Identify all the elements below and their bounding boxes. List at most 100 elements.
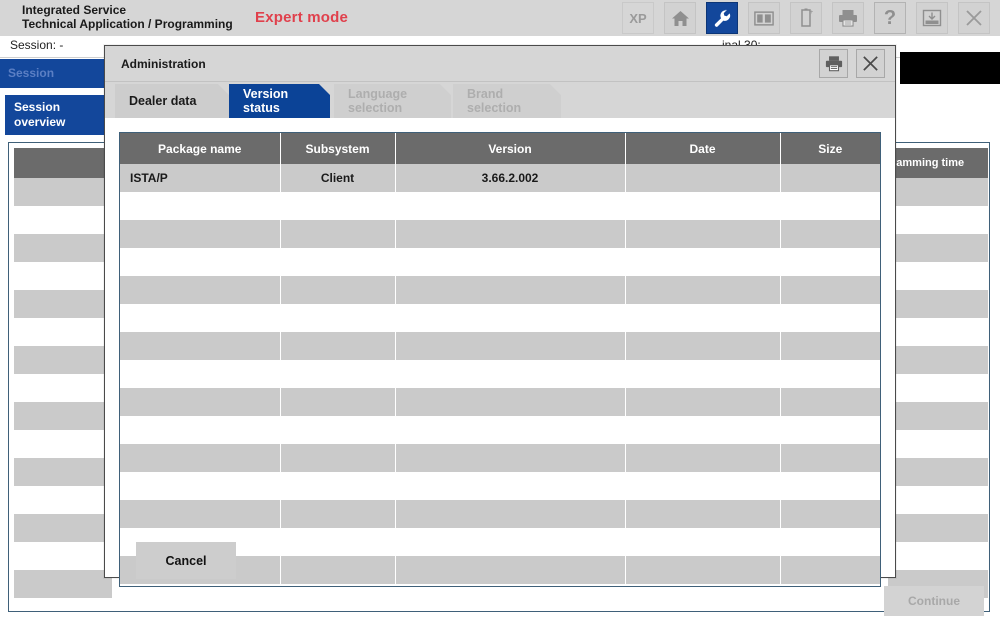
cell-subsystem xyxy=(280,332,395,360)
xp-icon-label: XP xyxy=(629,11,646,26)
tab-dealer-data[interactable]: Dealer data xyxy=(115,84,229,118)
app-header: Integrated Service Technical Application… xyxy=(0,0,1000,36)
cell-date xyxy=(625,276,780,304)
printer-icon[interactable] xyxy=(832,2,864,34)
table-row-spacer xyxy=(120,248,880,276)
column-header-version: Version xyxy=(395,133,625,164)
cell-package-name xyxy=(120,332,280,360)
background-table-right-header: ramming time xyxy=(888,148,988,178)
cancel-button[interactable]: Cancel xyxy=(136,542,236,579)
cell-package-name: ISTA/P xyxy=(120,164,280,192)
battery-icon-glyph: + xyxy=(799,8,813,28)
cell-size xyxy=(780,556,880,584)
tab-version-status[interactable]: Version status xyxy=(229,84,330,118)
background-table-row xyxy=(14,346,112,374)
continue-button[interactable]: Continue xyxy=(884,586,984,616)
cell-size xyxy=(780,332,880,360)
close-icon[interactable] xyxy=(958,2,990,34)
tab-dealer-data-label: Dealer data xyxy=(129,94,196,108)
table-row-spacer xyxy=(120,360,880,388)
table-row[interactable] xyxy=(120,444,880,472)
background-table-left-header xyxy=(14,148,112,178)
table-row[interactable] xyxy=(120,500,880,528)
dialog-close-icon-glyph xyxy=(861,54,880,73)
home-icon[interactable] xyxy=(664,2,696,34)
cell-package-name xyxy=(120,220,280,248)
expert-mode-label: Expert mode xyxy=(255,9,348,26)
background-nav-item-session-overview[interactable]: Session overview xyxy=(5,95,110,135)
tab-language-selection: Language selection xyxy=(334,84,451,118)
cell-version: 3.66.2.002 xyxy=(395,164,625,192)
background-table-row xyxy=(888,374,988,402)
cell-date xyxy=(625,444,780,472)
cell-version xyxy=(395,444,625,472)
cell-subsystem: Client xyxy=(280,164,395,192)
version-table-body: ISTA/P Client 3.66.2.002 xyxy=(120,164,880,584)
background-table-right: ramming time xyxy=(888,148,988,598)
background-table-row xyxy=(888,262,988,290)
column-header-package-name: Package name xyxy=(120,133,280,164)
dialog-tabs: Dealer data Version status Language sele… xyxy=(105,82,895,118)
application-window: Session: - inal 30: - Session Session ov… xyxy=(0,0,1000,625)
background-table-row xyxy=(14,458,112,486)
background-table-row xyxy=(888,206,988,234)
wrench-icon-glyph xyxy=(713,9,732,28)
background-table-row xyxy=(14,374,112,402)
xp-icon[interactable]: XP xyxy=(622,2,654,34)
tab-brand-selection-label: Brand selection xyxy=(467,87,547,115)
app-title-line2: Technical Application / Programming xyxy=(22,17,233,31)
table-row[interactable] xyxy=(120,388,880,416)
wrench-icon[interactable] xyxy=(706,2,738,34)
cell-subsystem xyxy=(280,388,395,416)
cell-size xyxy=(780,220,880,248)
version-table: Package name Subsystem Version Date Size… xyxy=(120,133,880,584)
cell-date xyxy=(625,164,780,192)
background-table-row xyxy=(888,234,988,262)
dialog-actions xyxy=(819,49,885,78)
tab-brand-selection: Brand selection xyxy=(453,84,561,118)
cell-version xyxy=(395,388,625,416)
cell-version xyxy=(395,276,625,304)
cell-package-name xyxy=(120,444,280,472)
background-table-row xyxy=(14,318,112,346)
cell-date xyxy=(625,220,780,248)
table-row[interactable] xyxy=(120,220,880,248)
table-row-spacer xyxy=(120,416,880,444)
background-table-row xyxy=(888,542,988,570)
battery-icon[interactable]: + xyxy=(790,2,822,34)
id-card-icon[interactable] xyxy=(748,2,780,34)
column-header-size: Size xyxy=(780,133,880,164)
dialog-title: Administration xyxy=(121,57,206,71)
print-icon-glyph xyxy=(825,55,843,72)
cell-date xyxy=(625,556,780,584)
background-table-row xyxy=(888,290,988,318)
app-title-line1: Integrated Service xyxy=(22,3,233,17)
background-table-row xyxy=(14,542,112,570)
print-icon[interactable] xyxy=(819,49,848,78)
table-row[interactable]: ISTA/P Client 3.66.2.002 xyxy=(120,164,880,192)
background-table-row xyxy=(888,458,988,486)
help-icon[interactable]: ? xyxy=(874,2,906,34)
table-row[interactable] xyxy=(120,276,880,304)
background-table-row xyxy=(14,486,112,514)
background-table-row xyxy=(888,318,988,346)
cell-version xyxy=(395,500,625,528)
export-icon[interactable] xyxy=(916,2,948,34)
background-nav-item-label: Session overview xyxy=(14,100,65,129)
background-table-row xyxy=(888,514,988,542)
table-row-spacer xyxy=(120,472,880,500)
version-table-head: Package name Subsystem Version Date Size xyxy=(120,133,880,164)
cell-package-name xyxy=(120,500,280,528)
cell-package-name xyxy=(120,276,280,304)
background-table-row xyxy=(14,430,112,458)
cell-size xyxy=(780,164,880,192)
background-table-left xyxy=(14,148,112,598)
dialog-close-icon[interactable] xyxy=(856,49,885,78)
background-table-row xyxy=(14,290,112,318)
cell-version xyxy=(395,220,625,248)
table-row-spacer xyxy=(120,304,880,332)
cell-size xyxy=(780,388,880,416)
table-row[interactable] xyxy=(120,332,880,360)
background-table-row xyxy=(888,430,988,458)
background-nav-session[interactable]: Session xyxy=(0,59,110,88)
